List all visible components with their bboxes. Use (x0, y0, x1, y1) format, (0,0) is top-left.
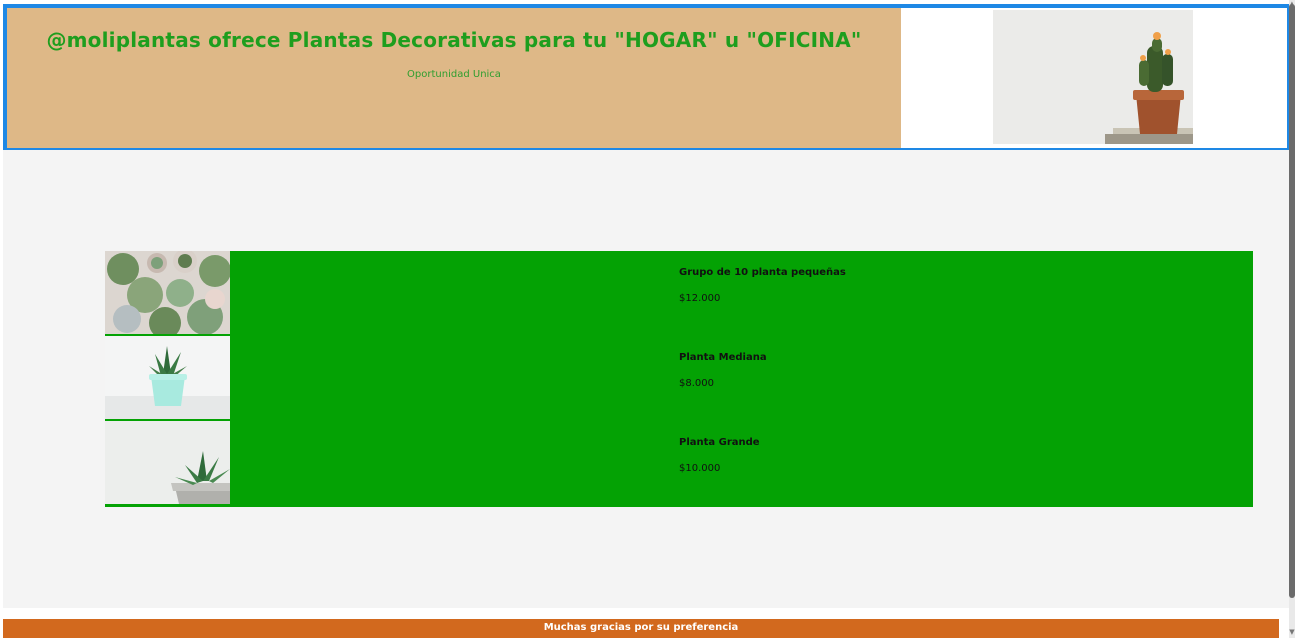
product-image-succulent-grey-pot (105, 421, 230, 506)
product-name: Planta Grande (679, 437, 760, 448)
header: @moliplantas ofrece Plantas Decorativas … (3, 4, 1291, 152)
vertical-scrollbar[interactable]: ▲ ▼ (1289, 0, 1295, 638)
product-item: Planta Grande $10.000 (105, 421, 1253, 506)
site-subtitle: Oportunidad Unica (407, 69, 501, 80)
product-list: Grupo de 10 planta pequeñas $12.000 Plan… (105, 251, 1253, 507)
header-banner: @moliplantas ofrece Plantas Decorativas … (7, 8, 901, 148)
hero-cactus-image (993, 10, 1193, 144)
product-name: Grupo de 10 planta pequeñas (679, 267, 846, 278)
site-title: @moliplantas ofrece Plantas Decorativas … (46, 28, 862, 52)
product-item: Grupo de 10 planta pequeñas $12.000 (105, 251, 1253, 336)
scroll-down-arrow-icon[interactable]: ▼ (1289, 628, 1295, 636)
product-price: $8.000 (679, 378, 714, 389)
product-price: $10.000 (679, 463, 721, 474)
page: @moliplantas ofrece Plantas Decorativas … (0, 0, 1295, 638)
main-content: Grupo de 10 planta pequeñas $12.000 Plan… (3, 150, 1289, 608)
product-price: $12.000 (679, 293, 721, 304)
product-item: Planta Mediana $8.000 (105, 336, 1253, 421)
product-image-aloe-mint-pot (105, 336, 230, 421)
footer: Muchas gracias por su preferencia (3, 619, 1279, 638)
product-image-succulent-group (105, 251, 230, 336)
header-image-area (901, 8, 1287, 148)
scrollbar-thumb[interactable] (1289, 4, 1295, 598)
product-name: Planta Mediana (679, 352, 767, 363)
